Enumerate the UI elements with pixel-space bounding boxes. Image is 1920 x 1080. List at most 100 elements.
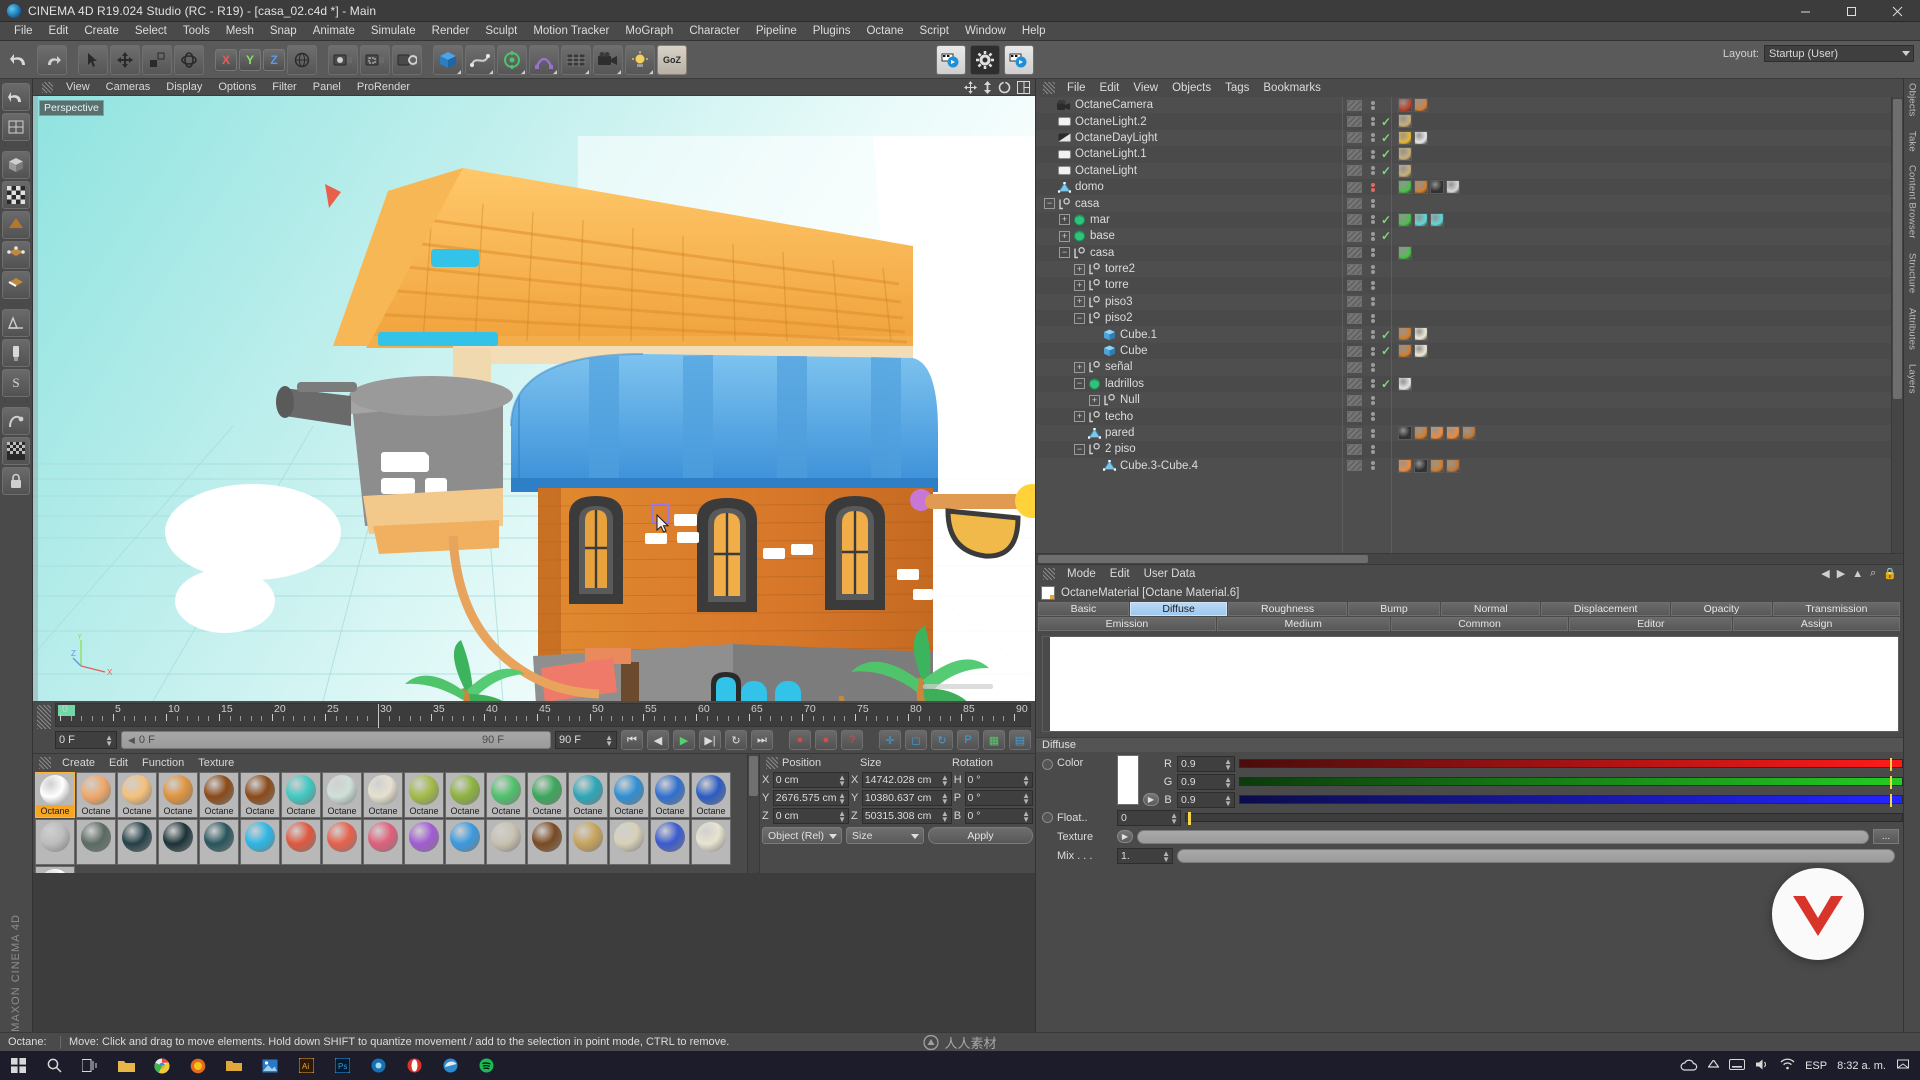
layer-color-swatch[interactable] — [1347, 296, 1362, 308]
position-key-icon[interactable]: ✛ — [879, 730, 901, 750]
material-thumbnail[interactable] — [609, 819, 649, 865]
material-thumbnail[interactable] — [486, 819, 526, 865]
texture-axis-icon[interactable] — [2, 113, 30, 141]
coord-mode-select[interactable]: Object (Rel) — [762, 827, 842, 844]
move-icon[interactable] — [110, 44, 140, 75]
material-menu-item-edit[interactable]: Edit — [102, 757, 135, 769]
keyboard-icon[interactable] — [1729, 1058, 1746, 1073]
layer-color-swatch[interactable] — [1347, 132, 1362, 144]
redo-icon[interactable] — [37, 44, 67, 75]
object-row[interactable]: Cube ✓ — [1036, 342, 1891, 360]
object-menu-item-tags[interactable]: Tags — [1218, 82, 1256, 94]
tree-twisty-closed[interactable]: + — [1074, 361, 1085, 373]
spinner-icon[interactable]: ▲ ▼ — [1022, 791, 1030, 805]
attribute-tab-bump[interactable]: Bump — [1347, 602, 1441, 616]
timeline-trackbar[interactable]: ◀ 0 F 90 F — [121, 731, 551, 749]
menu-item-mesh[interactable]: Mesh — [218, 22, 262, 41]
object-tag[interactable] — [1414, 327, 1428, 342]
object-tag[interactable] — [1398, 376, 1412, 391]
render-view-icon[interactable] — [328, 44, 358, 75]
right-rail-tab-structure[interactable]: Structure — [1907, 253, 1918, 293]
texture-field[interactable] — [1137, 829, 1869, 844]
cloud-icon[interactable] — [1680, 1058, 1698, 1074]
material-thumbnail[interactable] — [322, 819, 362, 865]
viewport-menu-item-prorender[interactable]: ProRender — [349, 79, 418, 96]
step-forward-icon[interactable]: ▶| — [699, 730, 721, 750]
object-tree-body[interactable]: OctaneCamera OctaneLight.2 ✓ OctaneDayLight… — [1036, 97, 1903, 553]
show-hidden-icon[interactable] — [1707, 1058, 1720, 1072]
object-row[interactable]: + torre — [1036, 277, 1891, 294]
layer-color-swatch[interactable] — [1347, 263, 1362, 275]
undo-arrow-icon[interactable] — [2, 83, 30, 111]
timeline-playhead[interactable] — [378, 704, 379, 728]
object-row[interactable]: + piso3 — [1036, 293, 1891, 311]
tree-twisty-closed[interactable]: + — [1059, 214, 1070, 226]
material-thumbnail[interactable]: Octane — [445, 772, 485, 818]
nav-forward-icon[interactable]: ▶ — [1837, 567, 1845, 580]
material-thumbnail[interactable]: Octane — [691, 772, 731, 818]
visibility-dots[interactable] — [1370, 165, 1375, 176]
visibility-dots[interactable] — [1370, 264, 1375, 275]
viewport-menu-item-display[interactable]: Display — [158, 79, 210, 96]
menu-item-character[interactable]: Character — [681, 22, 748, 41]
task-view-icon[interactable] — [72, 1051, 108, 1080]
layer-color-swatch[interactable] — [1347, 411, 1362, 423]
object-tag[interactable] — [1414, 458, 1428, 473]
mix-field[interactable]: 1. ▲ ▼ — [1117, 847, 1173, 864]
mix-slider[interactable] — [1177, 848, 1895, 863]
material-swatch[interactable] — [1041, 585, 1055, 600]
attribute-tab-opacity[interactable]: Opacity — [1671, 602, 1772, 616]
layer-color-swatch[interactable] — [1347, 427, 1362, 439]
workplane-icon[interactable] — [2, 309, 30, 337]
attribute-menu-item-edit[interactable]: Edit — [1103, 568, 1137, 580]
object-tag[interactable] — [1398, 179, 1412, 194]
right-rail-tab-content-browser[interactable]: Content Browser — [1907, 165, 1918, 239]
maximize-button[interactable] — [1828, 0, 1874, 22]
visibility-dots[interactable] — [1370, 313, 1375, 324]
material-scrollbar[interactable] — [747, 754, 759, 873]
attribute-menu-item-user-data[interactable]: User Data — [1137, 568, 1203, 580]
object-enable-check[interactable]: ✓ — [1381, 213, 1391, 227]
tree-twisty-closed[interactable]: + — [1059, 230, 1070, 242]
object-enable-check[interactable]: ✓ — [1381, 229, 1391, 243]
render-settings-icon[interactable] — [392, 44, 422, 75]
menu-item-create[interactable]: Create — [76, 22, 127, 41]
layer-color-swatch[interactable] — [1347, 361, 1362, 373]
tree-twisty-open[interactable]: − — [1044, 198, 1055, 210]
clock[interactable]: 8:32 a. m. — [1837, 1060, 1886, 1072]
object-tag[interactable] — [1398, 425, 1412, 440]
coord-size-select[interactable]: Size — [846, 827, 924, 844]
spinner-icon[interactable]: ▲ ▼ — [605, 734, 613, 748]
channel-field-b[interactable]: 0.9 ▲ ▼ — [1177, 791, 1235, 808]
layer-color-swatch[interactable] — [1347, 279, 1362, 291]
tree-twisty-closed[interactable]: + — [1089, 394, 1100, 406]
lock-icon[interactable]: 🔒 — [1883, 567, 1897, 580]
timeline-grip[interactable] — [37, 705, 51, 729]
material-thumbnail[interactable]: Octane — [117, 772, 157, 818]
menu-item-help[interactable]: Help — [1014, 22, 1054, 41]
tree-twisty-closed[interactable]: + — [1074, 296, 1085, 308]
undo-icon[interactable] — [5, 45, 35, 75]
visibility-dots[interactable] — [1370, 214, 1375, 225]
play-icon[interactable]: ▶ — [673, 730, 695, 750]
panel-grip[interactable] — [39, 756, 51, 769]
search-icon[interactable]: ⌕ — [1870, 567, 1876, 580]
layer-color-swatch[interactable] — [1347, 198, 1362, 210]
material-thumbnail[interactable]: Octane — [568, 772, 608, 818]
float-field[interactable]: 0 ▲ ▼ — [1117, 809, 1181, 826]
start-icon[interactable] — [0, 1051, 36, 1080]
layer-color-swatch[interactable] — [1347, 99, 1362, 111]
object-menu-item-objects[interactable]: Objects — [1165, 82, 1218, 94]
spinner-icon[interactable]: ▲ ▼ — [1022, 773, 1030, 787]
deformer-icon[interactable] — [529, 44, 559, 75]
color-swatch[interactable] — [1117, 755, 1139, 805]
autokey-icon[interactable]: ● — [815, 730, 837, 750]
material-thumbnail[interactable] — [404, 819, 444, 865]
polygon-mode-icon[interactable] — [2, 211, 30, 239]
attribute-tab-common[interactable]: Common — [1390, 617, 1569, 631]
channel-slider-b[interactable] — [1239, 794, 1903, 807]
attribute-tab-basic[interactable]: Basic — [1038, 602, 1129, 616]
menu-item-edit[interactable]: Edit — [41, 22, 77, 41]
rotation-field[interactable]: 0 ° ▲ ▼ — [964, 789, 1033, 806]
tree-twisty-closed[interactable]: + — [1074, 279, 1085, 291]
